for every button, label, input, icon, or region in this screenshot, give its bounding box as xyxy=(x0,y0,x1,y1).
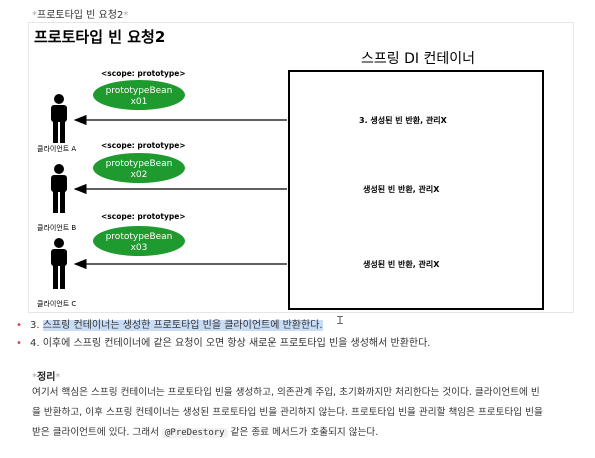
bean-name: prototypeBean xyxy=(106,159,173,169)
bean-group-2: <scope: prototype> prototypeBean x02 클라이… xyxy=(37,141,440,232)
diagram-title: 프로토타입 빈 요청2 xyxy=(34,28,165,46)
list-item-text-selected[interactable]: 스프링 컨테이너는 생성한 프로토타입 빈을 클라이언트에 반환한다. xyxy=(42,320,323,331)
heading-marker-end: * xyxy=(55,372,61,383)
text-cursor-icon: Ɪ xyxy=(337,314,344,327)
paragraph-line-3: 받은 클라이언트에 있다. 그래서 @PreDestory 같은 종료 메서드가… xyxy=(32,423,577,443)
arrow-label: 생성된 빈 반환, 관리X xyxy=(363,184,440,194)
list-item-text[interactable]: 이후에 스프링 컨테이너에 같은 요청이 오면 항상 새로운 프로토타입 빈을 … xyxy=(43,338,431,349)
diagram-svg: 프로토타입 빈 요청2 스프링 DI 컨테이너 <scope: prototyp… xyxy=(34,28,544,310)
bean-id: x01 xyxy=(131,97,148,107)
caption-marker-end: * xyxy=(123,10,129,21)
list-item-3[interactable]: • 3. 스프링 컨테이너는 생성한 프로토타입 빈을 클라이언트에 반환한다. xyxy=(16,316,323,331)
figure-caption: *프로토타입 빈 요청2* xyxy=(32,6,128,21)
bean-group-3: <scope: prototype> prototypeBean x03 클라이… xyxy=(37,212,440,308)
paragraph-text: 받은 클라이언트에 있다. 그래서 xyxy=(32,427,162,438)
bullet-dot: • xyxy=(16,320,22,331)
summary-title: 정리 xyxy=(37,372,56,383)
diagram-image: 프로토타입 빈 요청2 스프링 DI 컨테이너 <scope: prototyp… xyxy=(28,22,574,313)
list-item-4[interactable]: • 4. 이후에 스프링 컨테이너에 같은 요청이 오면 항상 새로운 프로토타입… xyxy=(16,334,430,349)
inline-code: @PreDestory xyxy=(162,428,228,438)
paragraph-text: 같은 종료 메서드가 호출되지 않는다. xyxy=(227,427,379,438)
client-label: 클라이언트 A xyxy=(37,144,76,153)
list-item-number: 3. xyxy=(30,320,43,331)
client-label: 클라이언트 B xyxy=(37,223,76,232)
bean-id: x02 xyxy=(131,170,148,180)
bean-id: x03 xyxy=(131,243,148,253)
client-person-icon xyxy=(51,164,67,213)
bean-scope-label: <scope: prototype> xyxy=(101,141,186,150)
summary-heading: *정리* xyxy=(32,368,60,383)
bean-name: prototypeBean xyxy=(106,232,173,242)
bean-group-1: <scope: prototype> prototypeBean x01 클라이… xyxy=(37,69,448,153)
arrow-label: 3. 생성된 빈 반환, 관리X xyxy=(359,115,448,125)
paragraph-line-2: 을 반환하고, 이후 스프링 컨테이너는 생성된 프로토타입 빈을 관리하지 않… xyxy=(32,407,543,418)
summary-paragraph[interactable]: 여기서 핵심은 스프링 컨테이너는 프로토타입 빈을 생성하고, 의존관계 주입… xyxy=(32,383,577,443)
caption-text: 프로토타입 빈 요청2 xyxy=(37,10,124,21)
paragraph-line-1: 여기서 핵심은 스프링 컨테이너는 프로토타입 빈을 생성하고, 의존관계 주입… xyxy=(32,387,540,398)
bullet-dot: • xyxy=(16,338,22,349)
bean-scope-label: <scope: prototype> xyxy=(101,212,186,221)
list-item-number: 4. xyxy=(30,338,43,349)
client-person-icon xyxy=(51,238,67,289)
client-person-icon xyxy=(51,94,67,143)
arrow-label: 생성된 빈 반환, 관리X xyxy=(363,259,440,269)
bean-scope-label: <scope: prototype> xyxy=(101,69,186,78)
bean-name: prototypeBean xyxy=(106,86,173,96)
container-label: 스프링 DI 컨테이너 xyxy=(361,51,475,67)
client-label: 클라이언트 C xyxy=(37,299,76,308)
